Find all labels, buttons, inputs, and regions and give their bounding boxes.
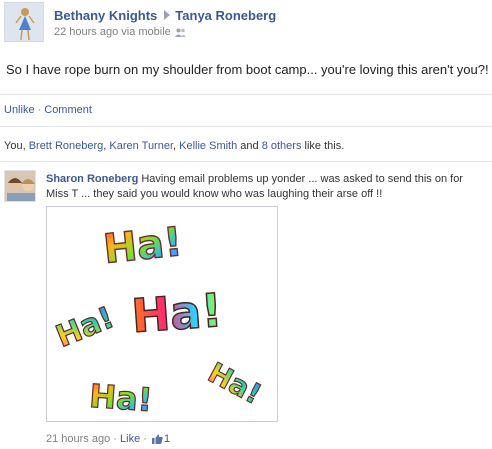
liker-link[interactable]: Brett Roneberg xyxy=(29,140,104,152)
ha-word: Ha! xyxy=(51,300,119,355)
likes-sep: , xyxy=(173,140,177,152)
post-actions: Unlike · Comment xyxy=(4,104,92,116)
divider xyxy=(0,94,492,95)
likes-and: and xyxy=(240,140,259,152)
liker-link[interactable]: Karen Turner xyxy=(109,140,173,152)
likes-prefix: You, xyxy=(4,140,26,152)
comment-timestamp[interactable]: 21 hours ago xyxy=(46,433,110,445)
post-timestamp[interactable]: 22 hours ago via mobile xyxy=(54,26,171,38)
separator: · xyxy=(113,433,117,445)
separator: · xyxy=(143,433,147,445)
likes-suffix: like this. xyxy=(304,140,345,152)
commenter-avatar[interactable] xyxy=(4,170,36,202)
ha-ha-image: Ha! Ha! Ha! Ha! Ha! xyxy=(51,218,268,419)
post-message: So I have rope burn on my shoulder from … xyxy=(6,62,489,77)
comment-author-link[interactable]: Sharon Roneberg xyxy=(46,173,138,185)
author-avatar[interactable] xyxy=(4,2,44,42)
post-title: Bethany Knights Tanya Roneberg xyxy=(54,8,276,23)
commenter-avatar-image xyxy=(5,171,35,201)
post-meta: 22 hours ago via mobile xyxy=(54,26,186,40)
recipient-link[interactable]: Tanya Roneberg xyxy=(175,8,276,23)
likes-sep: , xyxy=(103,140,107,152)
unlike-link[interactable]: Unlike xyxy=(4,104,35,116)
divider xyxy=(0,126,492,127)
divider xyxy=(0,161,492,162)
comment-like-link[interactable]: Like xyxy=(120,433,140,445)
ha-word: Ha! xyxy=(203,356,267,411)
post-header: Bethany Knights Tanya Roneberg 22 hours a… xyxy=(4,2,488,44)
ha-word: Ha! xyxy=(130,283,224,343)
comment-body: Sharon Roneberg Having email problems up… xyxy=(46,172,486,202)
liker-link[interactable]: Kellie Smith xyxy=(179,140,237,152)
comment-image[interactable]: Ha! Ha! Ha! Ha! Ha! xyxy=(46,206,278,422)
arrow-right-icon xyxy=(164,10,171,20)
comment-like-count[interactable]: 1 xyxy=(164,433,170,445)
thumbs-up-icon[interactable] xyxy=(152,434,163,447)
comment-footer: 21 hours ago · Like · 1 xyxy=(46,433,170,447)
comment-link[interactable]: Comment xyxy=(44,104,92,116)
comment-item: Sharon Roneberg Having email problems up… xyxy=(4,170,488,446)
likes-others-link[interactable]: 8 others xyxy=(262,140,302,152)
people-icon[interactable] xyxy=(174,28,186,40)
separator: · xyxy=(37,104,42,116)
author-avatar-image xyxy=(5,3,43,41)
author-link[interactable]: Bethany Knights xyxy=(54,8,157,23)
ha-word: Ha! xyxy=(88,377,153,419)
ha-word: Ha! xyxy=(101,219,184,273)
likes-summary: You, Brett Roneberg, Karen Turner, Kelli… xyxy=(4,140,344,152)
